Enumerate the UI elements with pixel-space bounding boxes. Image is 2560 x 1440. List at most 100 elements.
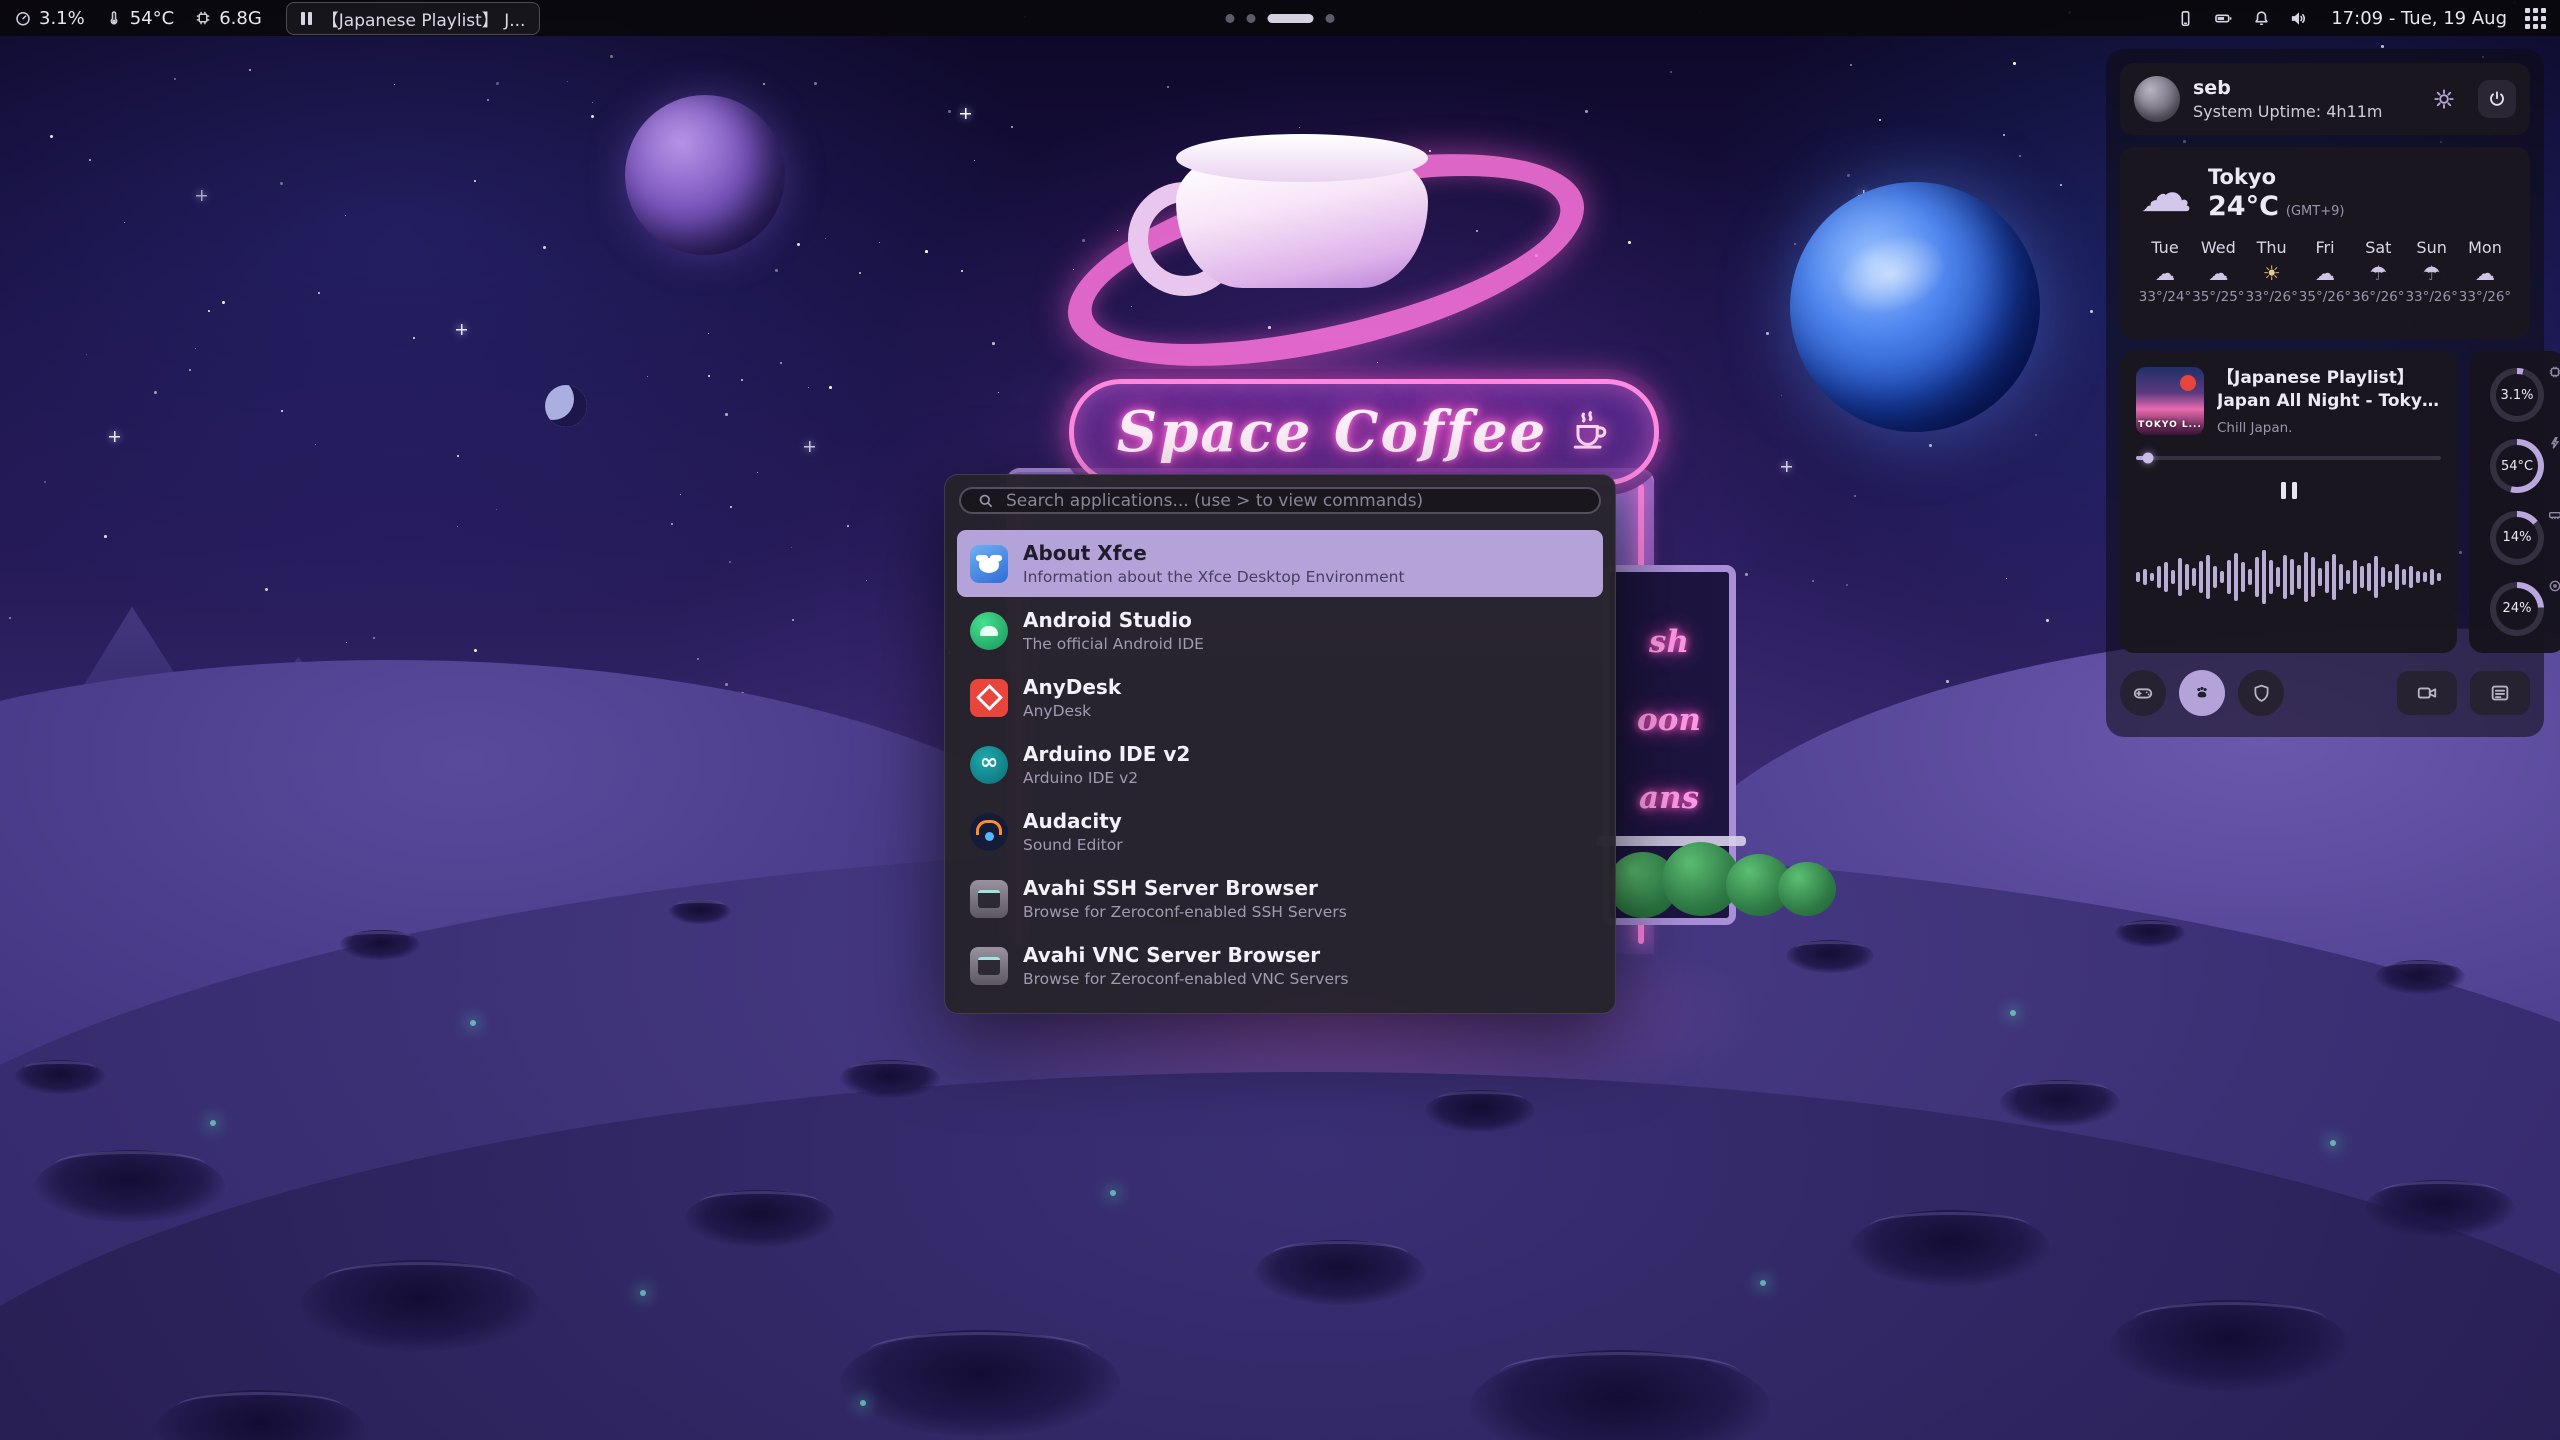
thermometer-icon — [105, 9, 123, 27]
star — [1847, 174, 1850, 177]
app-row[interactable]: Avahi SSH Server Browser Browse for Zero… — [957, 865, 1603, 932]
progress-knob[interactable] — [2143, 452, 2154, 463]
star — [610, 55, 613, 58]
crater — [2365, 1180, 2515, 1237]
workspace-dot[interactable] — [1326, 14, 1335, 23]
star — [879, 242, 880, 243]
waveform-bar — [2283, 555, 2287, 599]
notes-button[interactable] — [2470, 671, 2530, 715]
sparkle-star — [196, 190, 207, 201]
search-icon — [977, 492, 994, 509]
temperature-indicator[interactable]: 54°C — [105, 8, 174, 29]
star — [1135, 213, 1137, 215]
star — [847, 525, 849, 527]
power-button[interactable] — [2478, 80, 2516, 118]
workspace-dot[interactable] — [1247, 14, 1256, 23]
app-name: Audacity — [1023, 810, 1123, 832]
app-name: Android Studio — [1023, 609, 1204, 631]
battery-icon[interactable] — [2213, 9, 2234, 28]
waveform-bar — [2255, 557, 2259, 597]
star — [1299, 127, 1300, 128]
track-progress-bar[interactable] — [2136, 456, 2441, 460]
search-bar[interactable] — [959, 487, 1601, 514]
gauge-cpu: 3.1% — [2490, 368, 2544, 422]
star — [925, 250, 928, 253]
app-row[interactable]: Arduino IDE v2 Arduino IDE v2 — [957, 731, 1603, 798]
waveform-bar — [2416, 571, 2420, 583]
star — [680, 494, 681, 495]
star — [2090, 310, 2093, 313]
screen-record-button[interactable] — [2397, 671, 2457, 715]
volume-icon[interactable] — [2289, 9, 2309, 28]
now-playing-text: 【Japanese Playlist】 J... — [322, 6, 526, 31]
quick-actions-row — [2120, 665, 2530, 721]
glow-speck — [1110, 1190, 1116, 1196]
workspace-dot[interactable] — [1226, 14, 1235, 23]
star — [1131, 306, 1132, 307]
chip-icon — [194, 9, 212, 27]
app-row[interactable]: Avahi VNC Server Browser Browse for Zero… — [957, 932, 1603, 999]
video-camera-icon — [2416, 682, 2438, 704]
star — [1167, 86, 1169, 88]
crater — [840, 1330, 1120, 1436]
cpu-usage-indicator[interactable]: 3.1% — [14, 8, 85, 29]
gauge-memory: 14% — [2490, 511, 2544, 565]
forecast-day: Fri ☁ 35°/26° — [2300, 238, 2350, 305]
forecast-temps: 33°/26° — [2459, 289, 2511, 305]
workspace-active-pill[interactable] — [1268, 14, 1314, 23]
search-input[interactable] — [1004, 490, 1583, 512]
star — [792, 619, 794, 621]
shield-button[interactable] — [2238, 670, 2284, 716]
app-name: AnyDesk — [1023, 676, 1121, 698]
phone-link-icon[interactable] — [2176, 9, 2195, 28]
avatar[interactable] — [2134, 76, 2180, 122]
star — [1670, 71, 1672, 73]
user-name: seb — [2193, 77, 2383, 99]
waveform-bar — [2150, 573, 2154, 581]
album-art-text: TOKYO L... — [2136, 420, 2204, 430]
earth-planet — [1790, 182, 2040, 432]
weather-icon: ☁ — [2475, 263, 2495, 283]
app-row[interactable]: About Xfce Information about the Xfce De… — [957, 530, 1603, 597]
app-row[interactable]: Android Studio The official Android IDE — [957, 597, 1603, 664]
waveform-bar — [2143, 569, 2147, 585]
notifications-bell-icon[interactable] — [2252, 9, 2271, 28]
forecast-day: Tue ☁ 33°/24° — [2140, 238, 2190, 305]
waveform-bar — [2409, 566, 2413, 588]
waveform-bar — [2423, 572, 2427, 582]
star — [1658, 439, 1661, 442]
app-row[interactable]: AnyDesk AnyDesk — [957, 664, 1603, 731]
star — [1628, 241, 1631, 244]
app-row[interactable]: Audacity Sound Editor — [957, 798, 1603, 865]
app-description: Browse for Zeroconf-enabled SSH Servers — [1023, 903, 1347, 921]
app-icon — [970, 947, 1008, 985]
clock[interactable]: 17:09 - Tue, 19 Aug — [2331, 8, 2507, 29]
waveform-bar — [2304, 552, 2308, 602]
pause-button[interactable] — [2277, 478, 2301, 503]
star — [1377, 362, 1378, 363]
widgets-button[interactable] — [2179, 670, 2225, 716]
star — [2013, 62, 2016, 65]
weather-timezone: (GMT+9) — [2286, 204, 2345, 219]
now-playing-widget[interactable]: 【Japanese Playlist】 J... — [286, 2, 541, 35]
star — [2035, 434, 2037, 436]
star — [730, 506, 732, 508]
star — [2046, 619, 2049, 622]
waveform-bar — [2185, 564, 2189, 590]
glow-speck — [210, 1120, 216, 1126]
controller-button[interactable] — [2120, 670, 2166, 716]
waveform-bar — [2276, 567, 2280, 587]
app-grid-icon[interactable] — [2525, 8, 2546, 29]
waveform-bar — [2332, 554, 2336, 600]
cloud-icon: ☁ — [2140, 168, 2192, 220]
gauge-icon — [2548, 578, 2560, 597]
star — [567, 81, 568, 82]
crater — [1850, 1210, 2050, 1286]
memory-indicator[interactable]: 6.8G — [194, 8, 262, 29]
star — [281, 410, 283, 412]
album-art: TOKYO L... — [2136, 367, 2204, 435]
settings-button[interactable] — [2433, 88, 2455, 110]
star — [671, 523, 673, 525]
star — [814, 82, 817, 85]
waveform-bar — [2395, 564, 2399, 590]
